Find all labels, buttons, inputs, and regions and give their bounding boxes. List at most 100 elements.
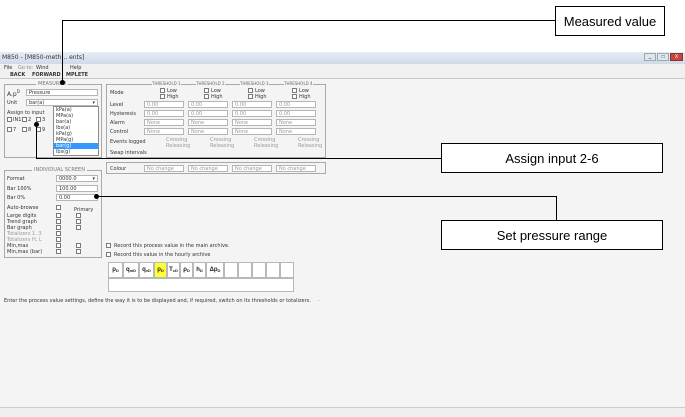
individual-group-label: INDIVIDUAL SCREEN xyxy=(32,167,87,173)
archive-main-checkbox[interactable] xyxy=(106,243,111,248)
autobrowse-checkbox[interactable] xyxy=(56,205,61,210)
bar0-label: Bar 0% xyxy=(7,195,26,201)
symbol-cell-1[interactable]: pD xyxy=(108,262,123,278)
leader-measured-h xyxy=(62,20,555,21)
t1-control-select[interactable]: None xyxy=(144,128,184,135)
t1-alarm-value: None xyxy=(147,120,161,126)
bar0-value: 0.00 xyxy=(59,195,71,201)
maximize-button[interactable]: □ xyxy=(657,53,669,61)
symbol-cell-empty[interactable] xyxy=(238,262,252,278)
t2-hyst-value: 0.00 xyxy=(191,111,203,117)
t4-releasing[interactable]: Releasing xyxy=(298,143,322,149)
t4-high-label: High xyxy=(299,94,311,100)
t2-hyst-input[interactable]: 0.00 xyxy=(188,110,228,117)
minmax-bar-checkbox[interactable] xyxy=(56,249,61,254)
t3-control-select[interactable]: None xyxy=(232,128,272,135)
t4-colour-select[interactable]: No change xyxy=(276,165,316,172)
symbol-cell-4-selected[interactable]: pD xyxy=(154,262,167,278)
symbol-cell-7[interactable]: hD xyxy=(193,262,206,278)
format-select[interactable]: 0000.0 ▾ xyxy=(56,175,98,182)
t4-low-checkbox[interactable] xyxy=(292,88,297,93)
tag-sup: D xyxy=(16,89,20,94)
forward-button[interactable]: FORWARD xyxy=(32,72,61,78)
symbol-cell-empty[interactable] xyxy=(252,262,266,278)
bar0-input[interactable]: 0.00 xyxy=(56,194,98,201)
trend-graph-primary[interactable] xyxy=(76,219,81,224)
unit-option[interactable]: lbs(g) xyxy=(54,149,98,155)
sym-sup: D xyxy=(186,267,190,273)
t3-releasing[interactable]: Releasing xyxy=(254,143,278,149)
input-label-8: 8 xyxy=(28,127,32,133)
symbol-cell-6[interactable]: ρD xyxy=(180,262,193,278)
totalizers-hl-checkbox[interactable] xyxy=(56,237,61,242)
t4-hyst-input[interactable]: 0.00 xyxy=(276,110,316,117)
tag-base: A.p xyxy=(7,91,17,98)
totalizers-13-checkbox[interactable] xyxy=(56,231,61,236)
unit-select[interactable]: bar(a) ▾ xyxy=(26,99,98,106)
sym-sup: D xyxy=(133,267,137,273)
bar-graph-checkbox[interactable] xyxy=(56,225,61,230)
t2-control-value: None xyxy=(191,129,205,135)
symbol-cell-2[interactable]: qmD xyxy=(123,262,139,278)
close-icon: X xyxy=(674,54,679,60)
large-digits-primary[interactable] xyxy=(76,213,81,218)
symbol-cell-5[interactable]: TcD xyxy=(167,262,180,278)
t4-high-checkbox[interactable] xyxy=(292,94,297,99)
t1-high-checkbox[interactable] xyxy=(160,94,165,99)
minimize-button[interactable]: _ xyxy=(644,53,656,61)
symbol-cell-empty[interactable] xyxy=(266,262,280,278)
t1-hyst-value: 0.00 xyxy=(147,111,159,117)
t3-hyst-input[interactable]: 0.00 xyxy=(232,110,272,117)
status-bar xyxy=(0,407,685,417)
archive-hourly-label: Record this value in the hourly archive xyxy=(114,252,211,258)
t3-alarm-select[interactable]: None xyxy=(232,119,272,126)
input-checkbox-8[interactable] xyxy=(22,127,27,132)
archive-hourly-checkbox[interactable] xyxy=(106,252,111,257)
t2-releasing[interactable]: Releasing xyxy=(210,143,234,149)
symbol-cell-3[interactable]: qvD xyxy=(139,262,154,278)
input-checkbox-2[interactable] xyxy=(22,117,27,122)
leader-assign-v xyxy=(36,124,37,158)
trend-graph-checkbox[interactable] xyxy=(56,219,61,224)
t4-alarm-select[interactable]: None xyxy=(276,119,316,126)
large-digits-checkbox[interactable] xyxy=(56,213,61,218)
t3-high-checkbox[interactable] xyxy=(248,94,253,99)
t1-releasing[interactable]: Releasing xyxy=(166,143,190,149)
archive-main-label: Record this process value in the main ar… xyxy=(114,243,230,249)
t1-level-input[interactable]: 0.00 xyxy=(144,101,184,108)
t1-colour-select[interactable]: No change xyxy=(144,165,184,172)
t3-colour-select[interactable]: No change xyxy=(232,165,272,172)
title-bar xyxy=(0,52,685,64)
t3-level-input[interactable]: 0.00 xyxy=(232,101,272,108)
opt-autobrowse: Auto-browse xyxy=(7,205,39,211)
bar100-input[interactable]: 100.00 xyxy=(56,185,98,192)
t4-level-input[interactable]: 0.00 xyxy=(276,101,316,108)
leader-pressure-dot xyxy=(94,194,99,199)
t2-colour-select[interactable]: No change xyxy=(188,165,228,172)
bar100-value: 100.00 xyxy=(59,186,77,192)
t4-control-select[interactable]: None xyxy=(276,128,316,135)
input-checkbox-7[interactable] xyxy=(7,127,12,132)
symbol-cell-empty[interactable] xyxy=(224,262,238,278)
symbol-cell-empty[interactable] xyxy=(280,262,294,278)
t1-hyst-input[interactable]: 0.00 xyxy=(144,110,184,117)
close-button[interactable]: X xyxy=(670,53,683,61)
t2-alarm-select[interactable]: None xyxy=(188,119,228,126)
back-button[interactable]: BACK xyxy=(10,72,25,78)
t2-control-select[interactable]: None xyxy=(188,128,228,135)
t2-high-checkbox[interactable] xyxy=(204,94,209,99)
t3-low-checkbox[interactable] xyxy=(248,88,253,93)
symbol-cell-8[interactable]: Δp D xyxy=(206,262,224,278)
name-field[interactable]: Pressure xyxy=(26,89,98,96)
minmax-checkbox[interactable] xyxy=(56,243,61,248)
complete-button[interactable]: MPLETE xyxy=(66,72,88,78)
window-title: M850 - [M850-meth... ents] xyxy=(2,54,85,61)
input-checkbox-1[interactable] xyxy=(7,117,12,122)
t2-low-checkbox[interactable] xyxy=(204,88,209,93)
t1-low-checkbox[interactable] xyxy=(160,88,165,93)
bar-graph-primary[interactable] xyxy=(76,225,81,230)
t2-level-input[interactable]: 0.00 xyxy=(188,101,228,108)
t1-alarm-select[interactable]: None xyxy=(144,119,184,126)
minmax-primary[interactable] xyxy=(76,243,81,248)
minmax-bar-primary[interactable] xyxy=(76,249,81,254)
